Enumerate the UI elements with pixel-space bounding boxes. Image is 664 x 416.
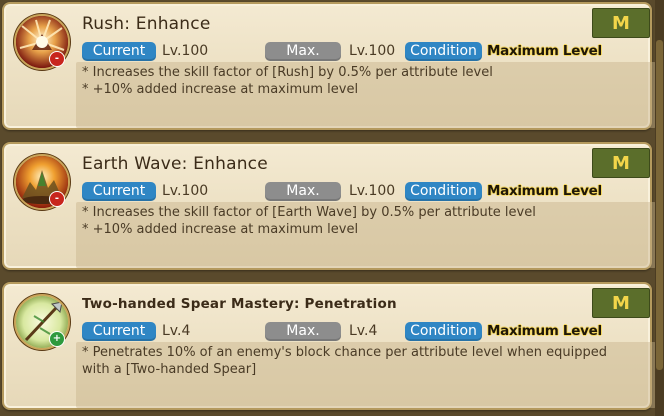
max-label: Max.: [265, 42, 341, 61]
description-line: * +10% added increase at maximum level: [82, 222, 359, 237]
scroll-thumb[interactable]: [656, 40, 663, 370]
grade-badge: M: [592, 148, 650, 178]
skill-title: Earth Wave: Enhance: [82, 154, 268, 174]
current-label: Current: [82, 322, 156, 341]
skill-title: Rush: Enhance: [82, 14, 211, 34]
scrollbar[interactable]: [655, 0, 664, 416]
skill-card-spear-mastery-penetration[interactable]: + Two-handed Spear Mastery: Penetration …: [2, 282, 656, 410]
grade-badge: M: [592, 8, 650, 38]
skill-card-earth-wave-enhance[interactable]: - Earth Wave: Enhance M Current Lv.100 M…: [2, 142, 656, 270]
description-line: * Increases the skill factor of [Earth W…: [82, 205, 536, 220]
description-line: * Penetrates 10% of an enemy's block cha…: [82, 345, 607, 360]
skill-title: Two-handed Spear Mastery: Penetration: [82, 296, 397, 312]
locked-badge-icon: -: [49, 191, 65, 207]
condition-value: Maximum Level: [487, 323, 602, 339]
max-level: Lv.100: [349, 43, 396, 59]
description-line: * Increases the skill factor of [Rush] b…: [82, 65, 493, 80]
condition-value: Maximum Level: [487, 43, 602, 59]
locked-badge-icon: -: [49, 51, 65, 67]
max-label: Max.: [265, 182, 341, 201]
current-level: Lv.4: [162, 323, 191, 339]
description-line: * +10% added increase at maximum level: [82, 82, 359, 97]
current-level: Lv.100: [162, 43, 209, 59]
plus-badge-icon: +: [49, 331, 65, 347]
skill-list: - Rush: Enhance M Current Lv.100 Max. Lv…: [0, 0, 664, 416]
current-label: Current: [82, 42, 156, 61]
current-level: Lv.100: [162, 183, 209, 199]
condition-label: Condition: [405, 182, 482, 201]
condition-label: Condition: [405, 322, 482, 341]
max-level: Lv.100: [349, 183, 396, 199]
grade-badge: M: [592, 288, 650, 318]
description-line: with a [Two-handed Spear]: [82, 362, 257, 377]
max-label: Max.: [265, 322, 341, 341]
max-level: Lv.4: [349, 323, 378, 339]
skill-card-rush-enhance[interactable]: - Rush: Enhance M Current Lv.100 Max. Lv…: [2, 2, 656, 130]
condition-value: Maximum Level: [487, 183, 602, 199]
current-label: Current: [82, 182, 156, 201]
condition-label: Condition: [405, 42, 482, 61]
